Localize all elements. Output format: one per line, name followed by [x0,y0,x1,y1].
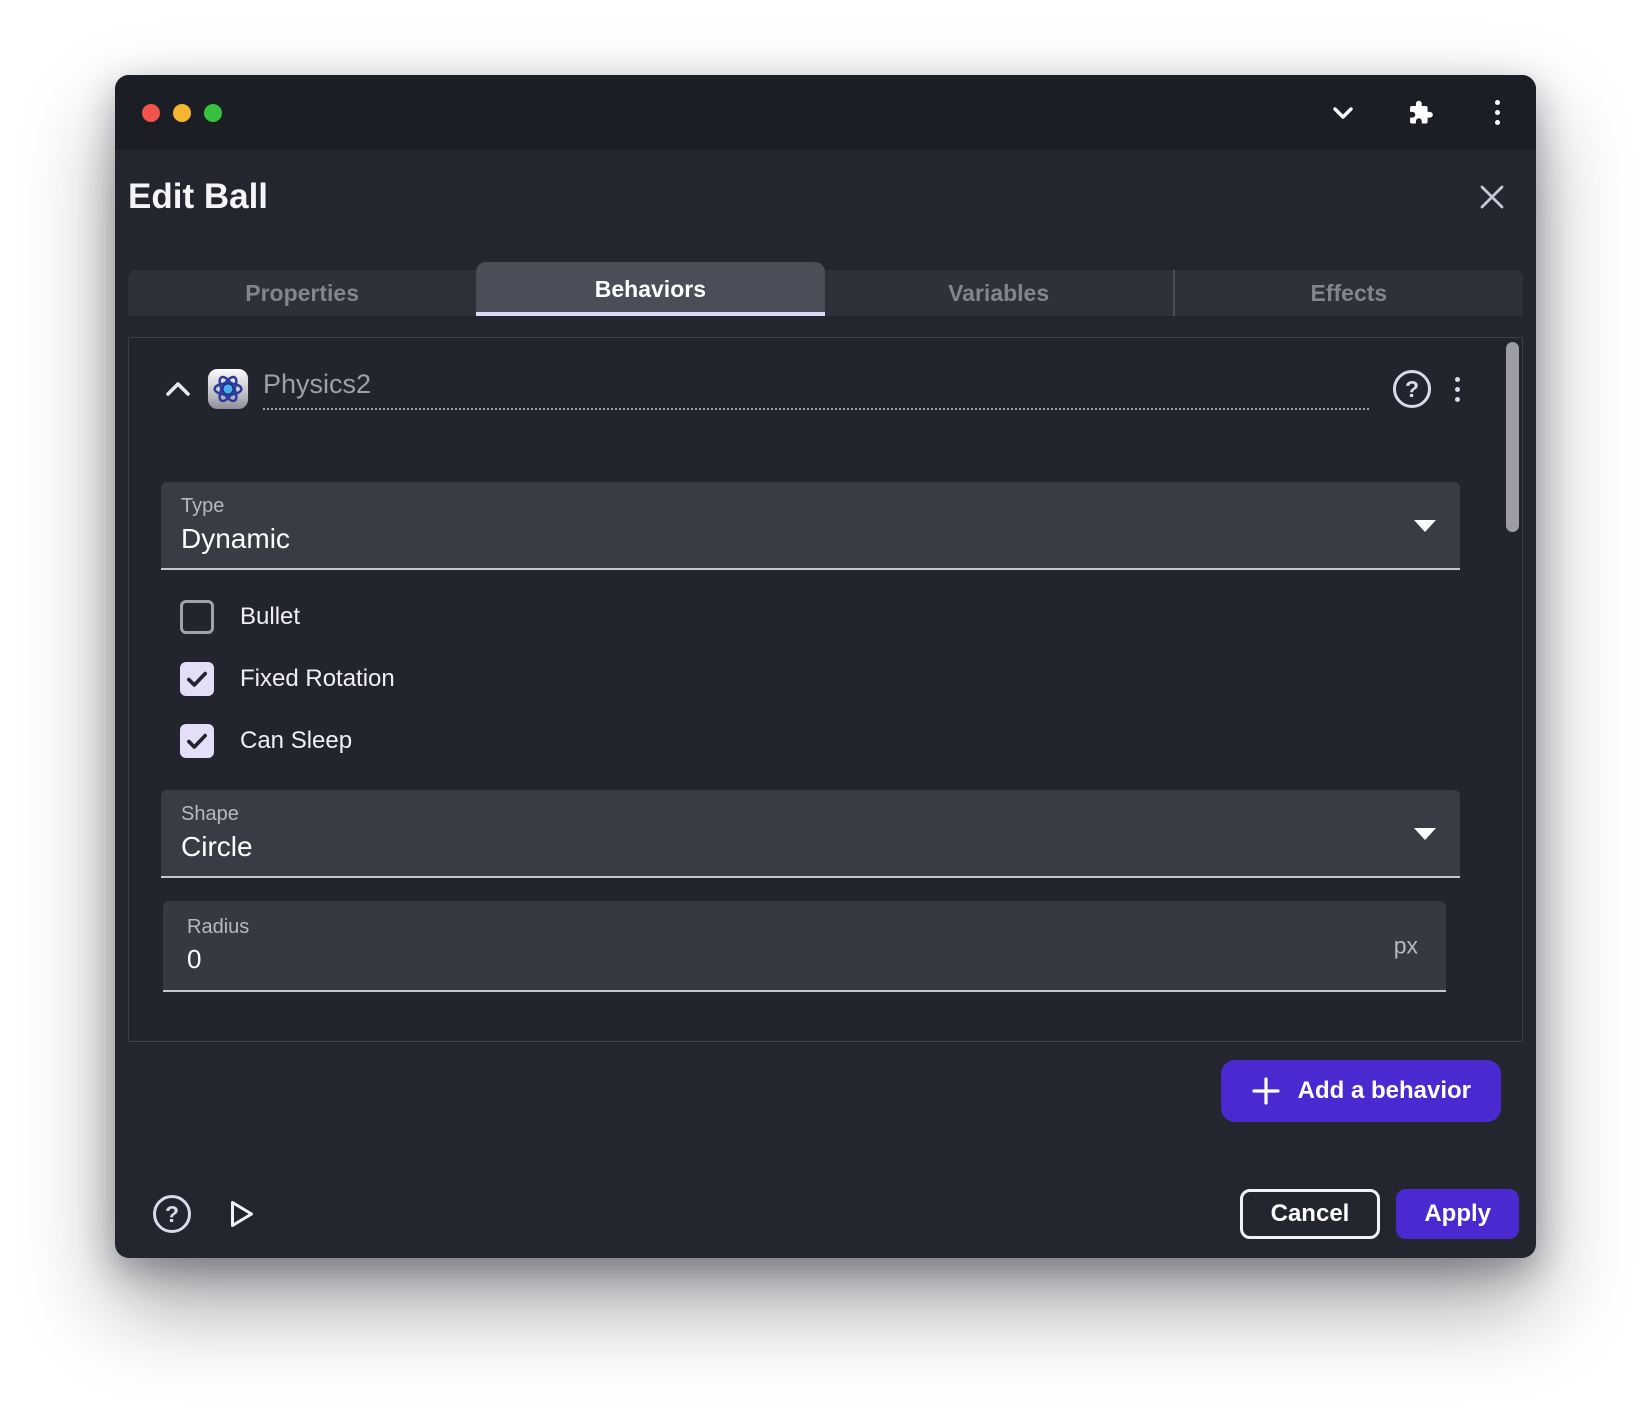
apply-button[interactable]: Apply [1396,1189,1519,1239]
puzzle-icon[interactable] [1405,98,1435,128]
type-label: Type [181,495,1440,518]
zoom-window-button[interactable] [204,104,222,122]
bullet-checkbox[interactable] [180,600,214,634]
fixed-rotation-checkbox[interactable] [180,662,214,696]
dialog-header: Edit Ball [128,176,1523,218]
radius-unit: px [1394,932,1418,959]
shape-select[interactable]: Shape Circle [161,790,1460,878]
behavior-options-kebab-icon[interactable] [1455,377,1460,402]
page-title: Edit Ball [128,177,268,217]
checkbox-row-can-sleep[interactable]: Can Sleep [180,723,1460,759]
bullet-label: Bullet [240,603,300,631]
chevron-up-icon [165,381,191,397]
caret-down-icon [1414,828,1436,840]
radius-value[interactable]: 0 [187,944,1422,975]
checkbox-group: Bullet Fixed Rotation Can Sleep [180,599,1460,759]
behavior-name-field[interactable]: Physics2 [263,369,1369,410]
plus-icon [1251,1076,1281,1106]
close-window-button[interactable] [142,104,160,122]
dialog-help-icon[interactable]: ? [153,1195,191,1233]
add-behavior-label: Add a behavior [1298,1077,1471,1105]
tab-effects[interactable]: Effects [1173,270,1523,316]
dialog-footer: ? Cancel Apply [128,1189,1523,1258]
close-dialog-button[interactable] [1475,180,1509,214]
page-background: Edit Ball Properties Behaviors Variables… [0,0,1652,1412]
fixed-rotation-label: Fixed Rotation [240,665,395,693]
tab-behaviors[interactable]: Behaviors [476,262,824,316]
can-sleep-checkbox[interactable] [180,724,214,758]
kebab-menu-icon[interactable] [1482,98,1512,128]
radius-label: Radius [187,916,1422,939]
tab-variables[interactable]: Variables [825,270,1173,316]
collapse-behavior-button[interactable] [165,381,191,397]
checkbox-row-bullet[interactable]: Bullet [180,599,1460,635]
physics-atom-icon [207,368,249,410]
shape-label: Shape [181,803,1440,826]
add-behavior-button[interactable]: Add a behavior [1221,1060,1501,1122]
close-icon [1477,182,1507,212]
behavior-header: Physics2 ? [161,368,1460,410]
cancel-button[interactable]: Cancel [1240,1189,1381,1239]
chevron-down-icon[interactable] [1328,98,1358,128]
panel-scrollbar[interactable] [1506,342,1519,532]
checkbox-row-fixed-rotation[interactable]: Fixed Rotation [180,661,1460,697]
type-select[interactable]: Type Dynamic [161,482,1460,570]
type-value: Dynamic [181,523,1440,555]
edit-dialog-window: Edit Ball Properties Behaviors Variables… [115,75,1536,1258]
tab-properties[interactable]: Properties [128,270,476,316]
tab-bar: Properties Behaviors Variables Effects [128,262,1523,316]
caret-down-icon [1414,520,1436,532]
checkmark-icon [184,666,210,692]
dialog-body: Edit Ball Properties Behaviors Variables… [115,150,1536,1258]
checkmark-icon [184,728,210,754]
shape-value: Circle [181,831,1440,863]
preview-play-icon[interactable] [223,1196,259,1232]
traffic-lights [142,104,222,122]
can-sleep-label: Can Sleep [240,727,352,755]
behaviors-panel: Physics2 ? Type Dynamic Bullet [128,337,1523,1042]
minimize-window-button[interactable] [173,104,191,122]
radius-input[interactable]: Radius 0 px [163,901,1446,992]
behavior-help-icon[interactable]: ? [1393,370,1431,408]
window-titlebar [115,75,1536,150]
